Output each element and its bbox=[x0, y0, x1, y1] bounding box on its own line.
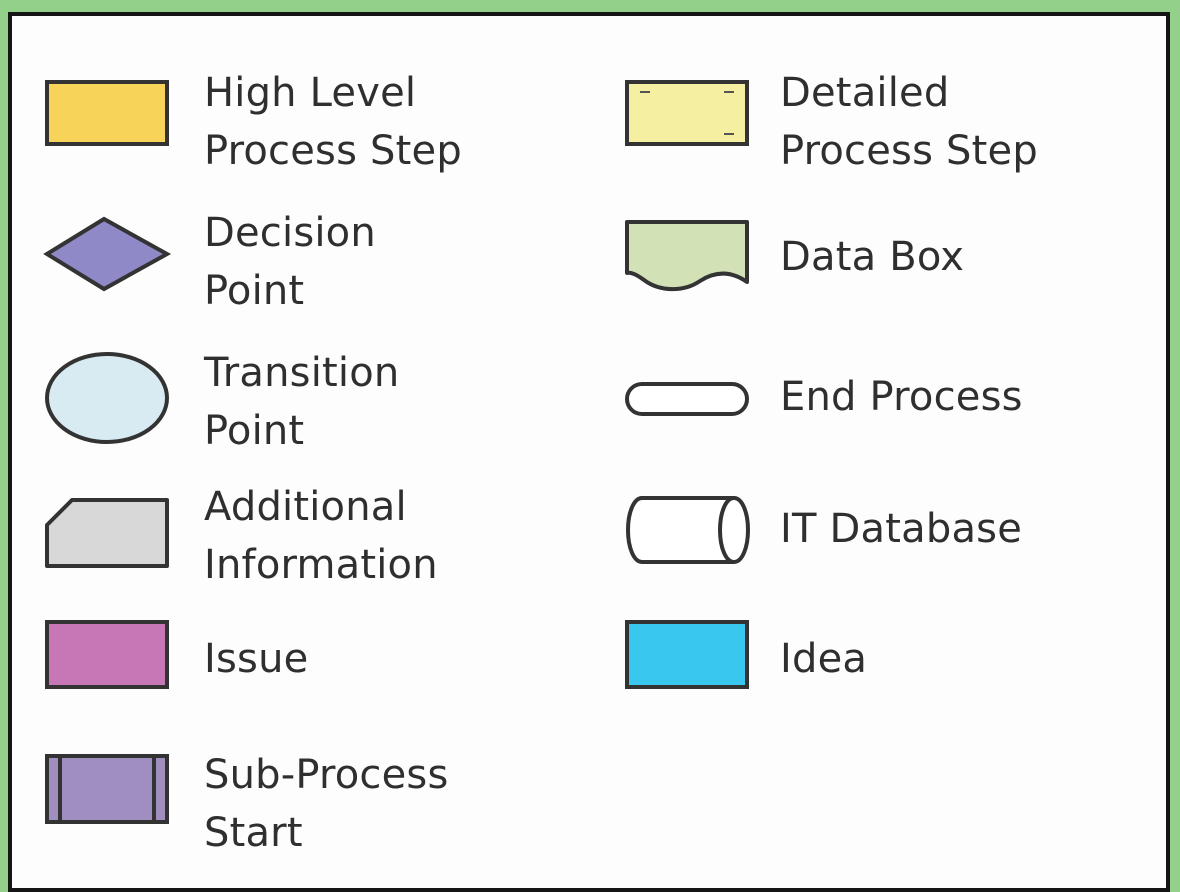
subprocess-icon bbox=[45, 754, 169, 824]
decision-point-label: Decision Point bbox=[204, 210, 376, 314]
issue-shape bbox=[45, 620, 169, 689]
diamond-icon bbox=[43, 216, 172, 292]
legend-item-additional-information: Additional Information bbox=[42, 478, 602, 588]
legend-item-end-process: End Process bbox=[622, 344, 1142, 454]
legend-item-high-level-process-step: High Level Process Step bbox=[42, 64, 602, 174]
detailed-process-step-label: Detailed Process Step bbox=[780, 70, 1038, 174]
rectangle-icon bbox=[45, 80, 169, 146]
it-database-label: IT Database bbox=[780, 506, 1023, 552]
circle-icon bbox=[45, 352, 169, 444]
legend-item-issue: Issue bbox=[42, 612, 602, 722]
legend-panel: High Level Process Step Detailed Process… bbox=[8, 12, 1170, 892]
end-process-shape bbox=[625, 382, 749, 416]
wavy-document-icon bbox=[625, 220, 749, 292]
high-level-process-step-label: High Level Process Step bbox=[204, 70, 462, 174]
legend-item-decision-point: Decision Point bbox=[42, 204, 602, 314]
data-box-label: Data Box bbox=[780, 234, 965, 280]
transition-point-label: Transition Point bbox=[204, 350, 400, 454]
high-level-process-step-shape bbox=[45, 80, 169, 146]
sub-process-start-label: Sub-Process Start bbox=[204, 752, 449, 856]
legend-item-idea: Idea bbox=[622, 612, 1142, 722]
legend-item-transition-point: Transition Point bbox=[42, 344, 602, 454]
cut-corner-rectangle-icon bbox=[45, 498, 169, 568]
legend-item-detailed-process-step: Detailed Process Step bbox=[622, 64, 1142, 174]
sub-process-start-shape bbox=[45, 754, 169, 824]
legend-item-data-box: Data Box bbox=[622, 204, 1142, 314]
cylinder-icon bbox=[625, 496, 751, 564]
idea-shape bbox=[625, 620, 749, 689]
legend-item-sub-process-start: Sub-Process Start bbox=[42, 746, 602, 856]
data-box-shape bbox=[625, 220, 749, 292]
additional-information-label: Additional Information bbox=[204, 484, 438, 588]
additional-information-shape bbox=[45, 498, 169, 568]
legend-item-it-database: IT Database bbox=[622, 478, 1142, 588]
rectangle-icon bbox=[625, 620, 749, 689]
transition-point-shape bbox=[45, 352, 169, 444]
end-process-label: End Process bbox=[780, 374, 1023, 420]
it-database-shape bbox=[625, 496, 751, 564]
decision-point-shape bbox=[43, 216, 172, 292]
document-rectangle-icon bbox=[625, 80, 749, 146]
issue-label: Issue bbox=[204, 636, 309, 682]
rectangle-icon bbox=[45, 620, 169, 689]
idea-label: Idea bbox=[780, 636, 868, 682]
terminator-icon bbox=[625, 382, 749, 416]
